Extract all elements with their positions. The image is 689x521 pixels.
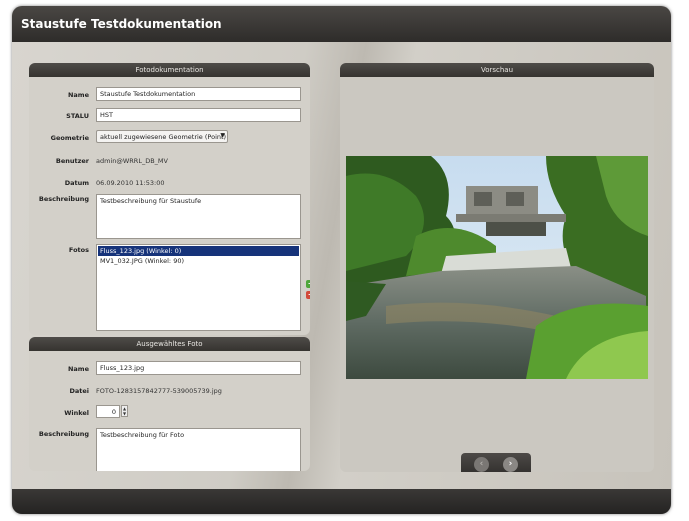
geometrie-selected-value: aktuell zugewiesene Geometrie (Point) — [100, 133, 227, 141]
stalu-field[interactable]: HST — [96, 108, 301, 122]
preview-photo — [346, 156, 648, 379]
ausgewaehltes-foto-panel: Ausgewähltes Foto Name Fluss_123.jpg Dat… — [29, 337, 310, 471]
list-item[interactable]: MV1_032.JPG (Winkel: 90) — [98, 256, 299, 266]
panel-header: Fotodokumentation — [29, 63, 310, 77]
beschreibung-textarea[interactable]: Testbeschreibung für Staustufe — [96, 194, 301, 239]
foto-beschreibung-textarea[interactable]: Testbeschreibung für Foto — [96, 428, 301, 471]
name-label: Name — [67, 91, 89, 99]
name-label: Name — [67, 365, 89, 373]
winkel-label: Winkel — [64, 409, 89, 417]
beschreibung-label: Beschreibung — [38, 195, 89, 203]
river-photo-image — [346, 156, 648, 379]
benutzer-label: Benutzer — [55, 157, 89, 165]
stalu-label: STALU — [66, 112, 89, 120]
chevron-right-icon[interactable]: › — [503, 457, 518, 472]
app-window: Staustufe Testdokumentation Fotodokument… — [12, 6, 671, 514]
window-footer — [12, 489, 671, 514]
name-field[interactable]: Staustufe Testdokumentation — [96, 87, 301, 101]
geometrie-select[interactable]: aktuell zugewiesene Geometrie (Point) ▼ — [96, 130, 228, 143]
datei-value: FOTO-1283157842777-539005739.jpg — [96, 387, 222, 395]
vorschau-panel: Vorschau ‹ › — [340, 63, 654, 472]
geometrie-label: Geometrie — [50, 134, 89, 142]
panel-header: Ausgewähltes Foto — [29, 337, 310, 351]
window-title: Staustufe Testdokumentation — [12, 6, 671, 42]
fotos-label: Fotos — [68, 246, 89, 254]
chevron-left-icon[interactable]: ‹ — [474, 457, 489, 472]
datum-value: 06.09.2010 11:53:00 — [96, 179, 165, 187]
list-item[interactable]: Fluss_123.jpg (Winkel: 0) — [98, 246, 299, 256]
panel-header: Vorschau — [340, 63, 654, 77]
beschreibung-label: Beschreibung — [38, 430, 89, 438]
chevron-down-icon: ▼ — [220, 132, 225, 139]
fotos-list[interactable]: Fluss_123.jpg (Winkel: 0) MV1_032.JPG (W… — [96, 244, 301, 331]
fotodokumentation-panel: Fotodokumentation Name Staustufe Testdok… — [29, 63, 310, 335]
image-navigation-bar: ‹ › — [461, 453, 531, 472]
minus-icon[interactable]: − — [306, 291, 310, 299]
plus-icon[interactable]: + — [306, 280, 310, 288]
winkel-stepper[interactable]: 0 — [96, 405, 120, 418]
winkel-stepper-buttons[interactable]: ▲ ▼ — [121, 405, 128, 417]
datei-label: Datei — [69, 387, 89, 395]
chevron-down-icon[interactable]: ▼ — [122, 411, 127, 416]
foto-name-field[interactable]: Fluss_123.jpg — [96, 361, 301, 375]
datum-label: Datum — [64, 179, 89, 187]
benutzer-value: admin@WRRL_DB_MV — [96, 157, 168, 165]
